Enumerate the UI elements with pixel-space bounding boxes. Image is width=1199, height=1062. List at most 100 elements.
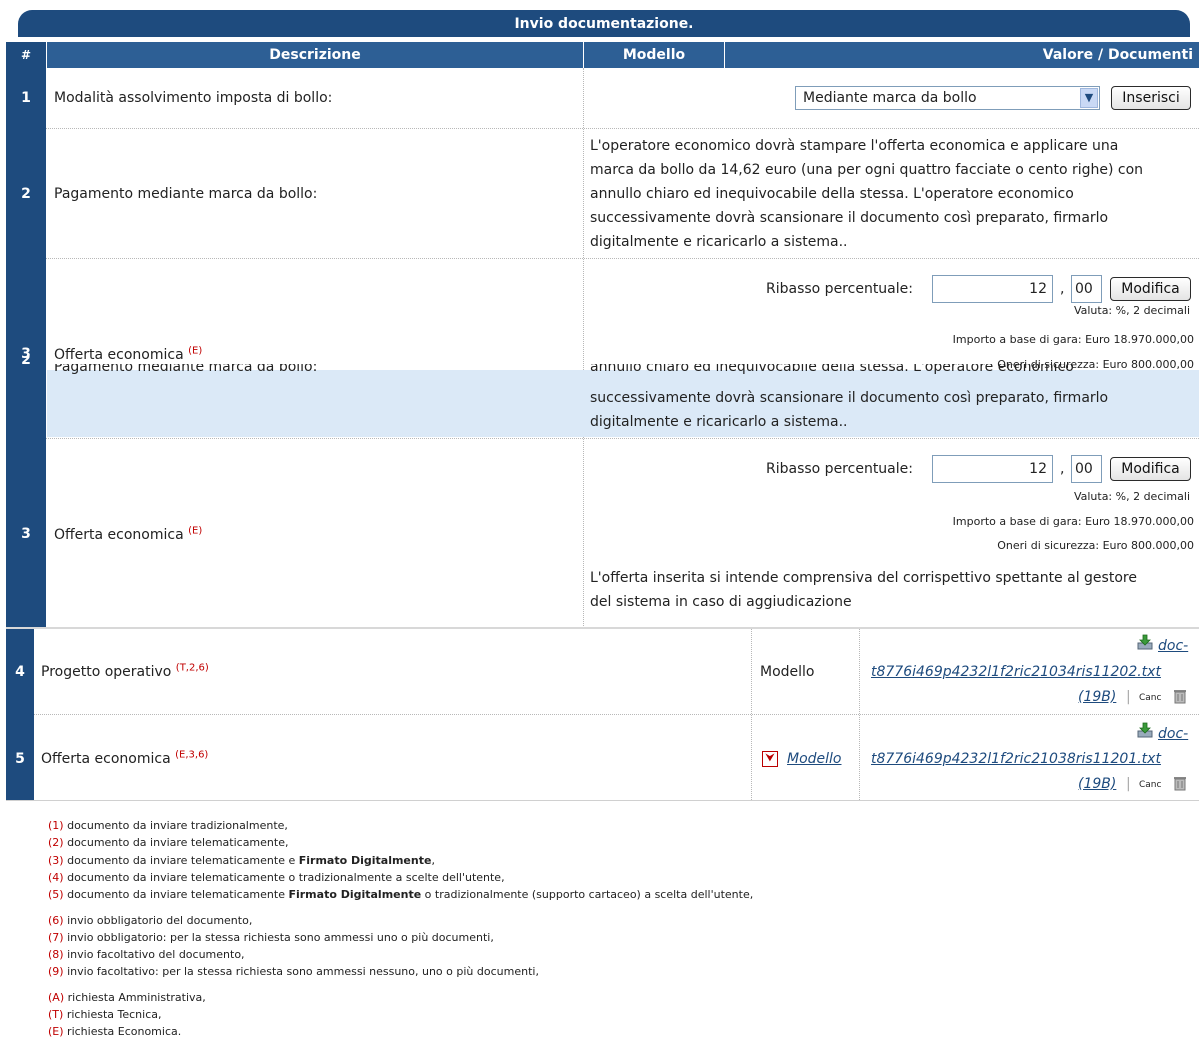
legend-key: (5) [48, 888, 64, 901]
ghost-description: Pagamento mediante marca da bollo: [54, 364, 317, 376]
ghost-ribasso-dec: 00 [1071, 275, 1102, 303]
ghost-line: successivamente dovrà scansionare il doc… [590, 390, 1109, 406]
legend-text: documento da inviare telematicamente o t… [67, 871, 505, 884]
oneri-info: Oneri di sicurezza: Euro 800.000,00 [997, 539, 1194, 552]
ghost-oneri: Oneri di sicurezza: Euro 800.000,00 [997, 358, 1194, 371]
ribasso-label: Ribasso percentuale: [766, 461, 913, 477]
decimal-comma: , [1060, 461, 1065, 477]
download-icon[interactable] [1137, 722, 1155, 738]
row-description: Modalità assolvimento imposta di bollo: [54, 90, 333, 106]
legend-key: (6) [48, 914, 64, 927]
legend-bold: Firmato Digitalmente [298, 854, 432, 867]
row-sup: (E) [188, 525, 203, 537]
file-size: (19B) [1078, 776, 1117, 792]
row-description-text: Offerta economica [41, 751, 171, 767]
legend-text: invio facoltativo del documento, [67, 948, 245, 961]
ghost-line: digitalmente e ricaricarlo a sistema.. [590, 414, 848, 430]
legend-item: (E) richiesta Economica. [48, 1024, 181, 1039]
legend-text: richiesta Amministrativa, [67, 991, 206, 1004]
row-description: Pagamento mediante marca da bollo: [54, 186, 318, 202]
row-sup: (T,2,6) [175, 662, 209, 674]
row-divider [46, 128, 1199, 129]
ghost-sup: (E) [188, 345, 203, 357]
header-num: # [6, 42, 46, 68]
row-number: 2 [21, 186, 31, 202]
document-link[interactable]: t8776i469p4232l1f2ric21034ris11202.txt [871, 660, 1161, 684]
legend-text: documento da inviare telematicamente [67, 888, 289, 901]
row-description-text: Progetto operativo [41, 664, 172, 680]
legend-text: invio obbligatorio del documento, [67, 914, 253, 927]
pdf-icon[interactable]: ⮟ [762, 751, 778, 767]
legend-key: (8) [48, 948, 64, 961]
row-number: 1 [21, 90, 31, 106]
legend-text: o tradizionalmente (supporto cartaceo) a… [421, 888, 754, 901]
modifica-button[interactable]: Modifica [1110, 457, 1191, 481]
header-valore: Valore / Documenti [725, 42, 1199, 68]
file-size: (19B) [1078, 689, 1117, 705]
table-caption: Invio documentazione. [18, 10, 1190, 37]
ghost-importo: Importo a base di gara: Euro 18.970.000,… [952, 333, 1194, 346]
ghost-modifica: Modifica [1110, 277, 1191, 301]
col-divider [583, 68, 584, 628]
bollo-instructions-line: annullo chiaro ed inequivocabile della s… [590, 186, 1074, 202]
legend-key: (1) [48, 819, 64, 832]
legend-key: (4) [48, 871, 64, 884]
ribasso-dec-input[interactable]: 00 [1071, 455, 1102, 483]
row-divider [6, 800, 1199, 801]
offerta-note-line: L'offerta inserita si intende comprensiv… [590, 570, 1137, 586]
legend-key: (2) [48, 836, 64, 849]
ghost-desc-text: Pagamento mediante marca da bollo: [54, 364, 318, 375]
legend-item: (7) invio obbligatorio: per la stessa ri… [48, 930, 494, 945]
modello-label: Modello [760, 664, 815, 680]
row-divider [46, 438, 1199, 439]
legend-item: (8) invio facoltativo del documento, [48, 947, 245, 962]
legend-text: invio facoltativo: per la stessa richies… [67, 965, 539, 978]
separator: | [1126, 689, 1131, 705]
row-divider [46, 258, 1199, 259]
canc-label: Canc [1139, 780, 1162, 790]
legend-text: , [431, 854, 435, 867]
row-description: Offerta economica (E) [54, 523, 202, 547]
row-description: Progetto operativo (T,2,6) [41, 660, 209, 684]
legend-key: (7) [48, 931, 64, 944]
ghost-row-number-text: 2 [21, 356, 31, 368]
modello-link[interactable]: Modello [787, 747, 842, 771]
header-modello: Modello [584, 42, 724, 68]
row-sup: (E,3,6) [175, 749, 209, 761]
row-number: 5 [15, 751, 25, 767]
legend-text: richiesta Economica. [67, 1025, 182, 1038]
bollo-instructions-line: successivamente dovrà scansionare il doc… [590, 210, 1109, 226]
separator: | [1126, 776, 1131, 792]
imposta-bollo-select[interactable]: Mediante marca da bollo ▼ [795, 86, 1100, 110]
chevron-down-icon[interactable]: ▼ [1080, 88, 1098, 108]
importo-info: Importo a base di gara: Euro 18.970.000,… [952, 515, 1194, 528]
ghost-row-number: 2 [6, 356, 46, 368]
ghost-valuta: Valuta: %, 2 decimali [1073, 304, 1190, 317]
download-icon[interactable] [1137, 634, 1155, 650]
row-divider [34, 714, 1199, 715]
header-descrizione: Descrizione [47, 42, 583, 68]
bollo-instructions-line: digitalmente e ricaricarlo a sistema.. [590, 234, 848, 250]
document-link[interactable]: doc- [1158, 722, 1188, 746]
legend-item: (3) documento da inviare telematicamente… [48, 853, 435, 868]
bollo-instructions-line: marca da bollo da 14,62 euro (una per og… [590, 162, 1144, 178]
legend-bold: Firmato Digitalmente [288, 888, 422, 901]
inserisci-button[interactable]: Inserisci [1111, 86, 1191, 110]
select-value: Mediante marca da bollo [803, 90, 977, 106]
legend-item: (2) documento da inviare telematicamente… [48, 835, 288, 850]
row-number: 3 [21, 526, 31, 542]
legend-text: documento da inviare tradizionalmente, [67, 819, 288, 832]
document-link[interactable]: doc- [1158, 634, 1188, 658]
legend-item: (6) invio obbligatorio del documento, [48, 913, 252, 928]
row-divider [6, 627, 1199, 629]
row-description-text: Offerta economica [54, 527, 184, 543]
trash-icon[interactable] [1173, 688, 1187, 704]
document-link[interactable]: t8776i469p4232l1f2ric21038ris11201.txt [871, 747, 1161, 771]
canc-label: Canc [1139, 693, 1162, 703]
ghost-comma: , [1060, 281, 1065, 297]
legend-item: (T) richiesta Tecnica, [48, 1007, 162, 1022]
row-description: Offerta economica (E,3,6) [41, 747, 208, 771]
legend-key: (3) [48, 854, 64, 867]
ribasso-int-input[interactable]: 12 [932, 455, 1053, 483]
trash-icon[interactable] [1173, 775, 1187, 791]
